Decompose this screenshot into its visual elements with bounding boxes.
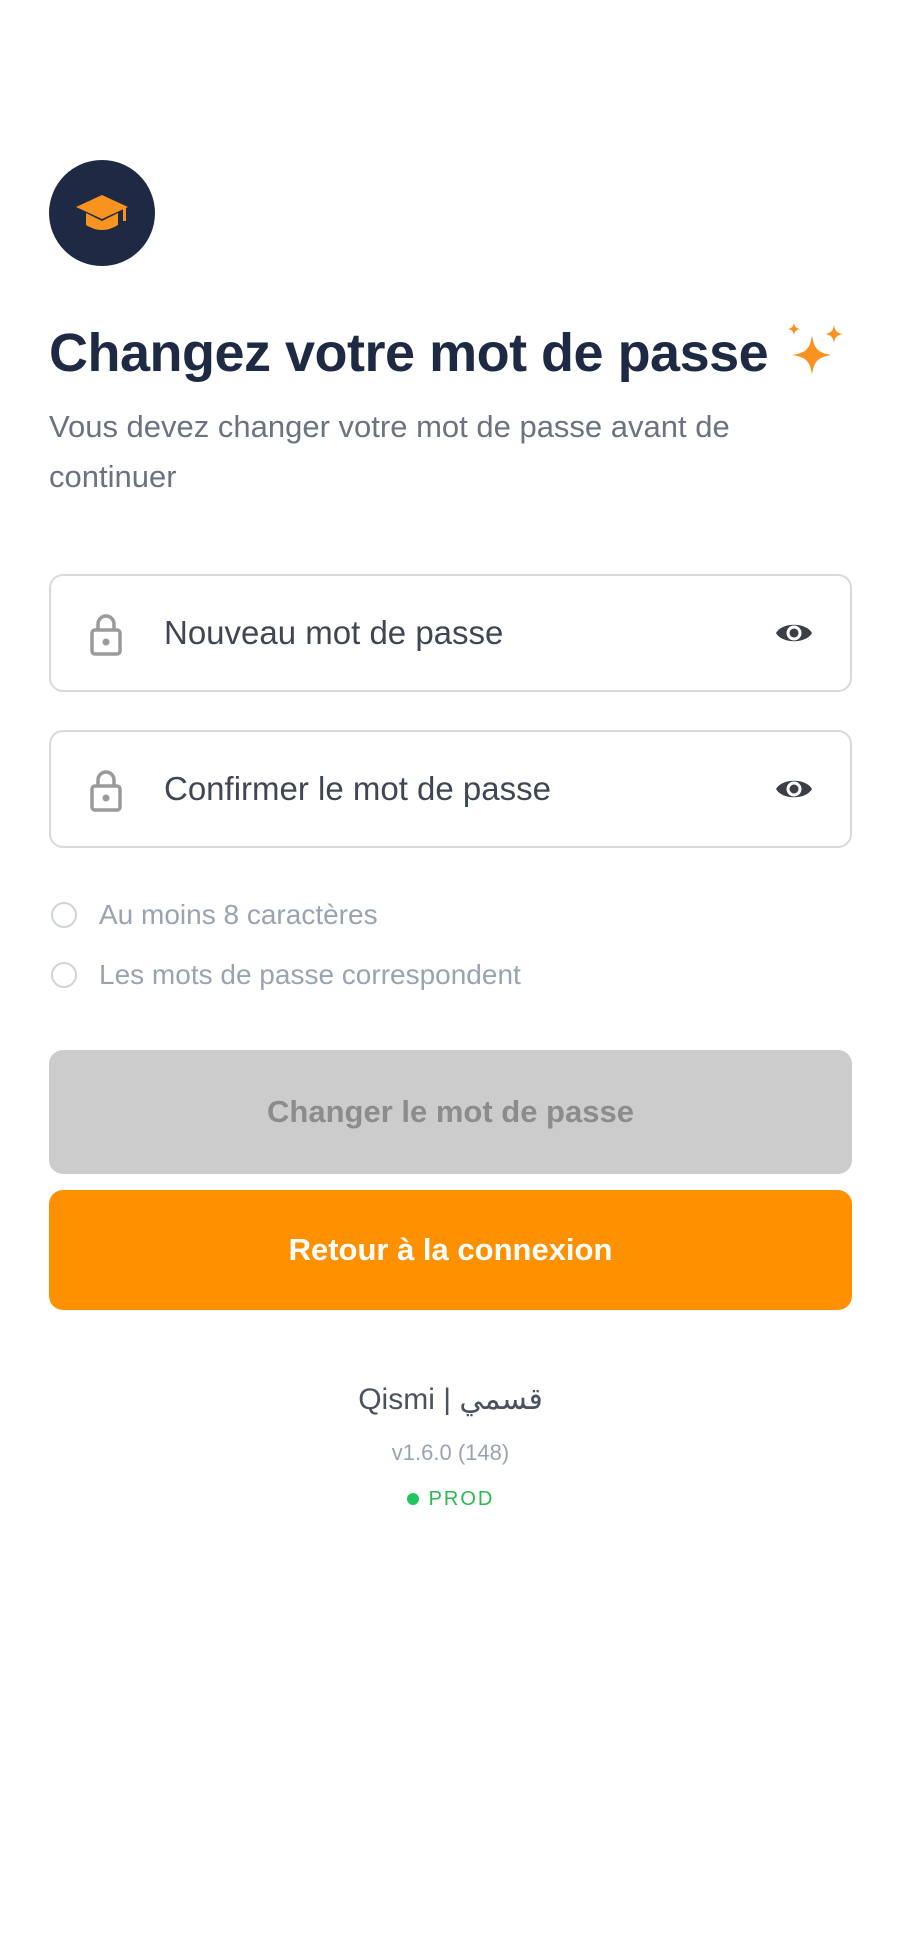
confirm-password-placeholder: Confirmer le mot de passe	[164, 770, 551, 807]
rule-label: Les mots de passe correspondent	[99, 959, 521, 990]
change-password-screen: Changez votre mot de passe Vous devez ch…	[49, 160, 852, 1510]
app-footer: Qismi | قسمي v1.6.0 (148) PROD	[49, 1380, 852, 1514]
new-password-field[interactable]: Nouveau mot de passe	[49, 574, 852, 692]
environment-label: PROD	[428, 1488, 495, 1510]
rule-label: Au moins 8 caractères	[99, 899, 378, 930]
rule-status-circle-icon	[51, 962, 77, 988]
status-dot-icon	[406, 1493, 419, 1505]
rule-passwords-match: Les mots de passe correspondent	[49, 945, 852, 1005]
brand-name: Qismi | قسمي	[358, 1383, 543, 1416]
eye-icon[interactable]	[774, 616, 814, 650]
rule-min-length: Au moins 8 caractères	[49, 885, 852, 945]
confirm-password-field[interactable]: Confirmer le mot de passe	[49, 730, 852, 848]
eye-icon[interactable]	[774, 772, 814, 806]
page-subtitle: Vous devez changer votre mot de passe av…	[49, 409, 730, 494]
environment-badge: PROD	[406, 1484, 495, 1514]
app-logo	[49, 160, 155, 266]
title-row: Changez votre mot de passe	[49, 318, 852, 388]
back-to-login-button[interactable]: Retour à la connexion	[49, 1190, 852, 1310]
password-rules: Au moins 8 caractères Les mots de passe …	[49, 885, 852, 1005]
graduation-cap-icon	[76, 195, 128, 230]
rule-status-circle-icon	[51, 902, 77, 928]
sparkles-icon	[782, 321, 846, 385]
new-password-placeholder: Nouveau mot de passe	[164, 614, 504, 651]
app-version: v1.6.0 (148)	[391, 1440, 510, 1465]
lock-icon	[90, 770, 122, 812]
change-password-button[interactable]: Changer le mot de passe	[49, 1050, 852, 1174]
page-title: Changez votre mot de passe	[49, 323, 769, 383]
lock-icon	[90, 614, 122, 656]
